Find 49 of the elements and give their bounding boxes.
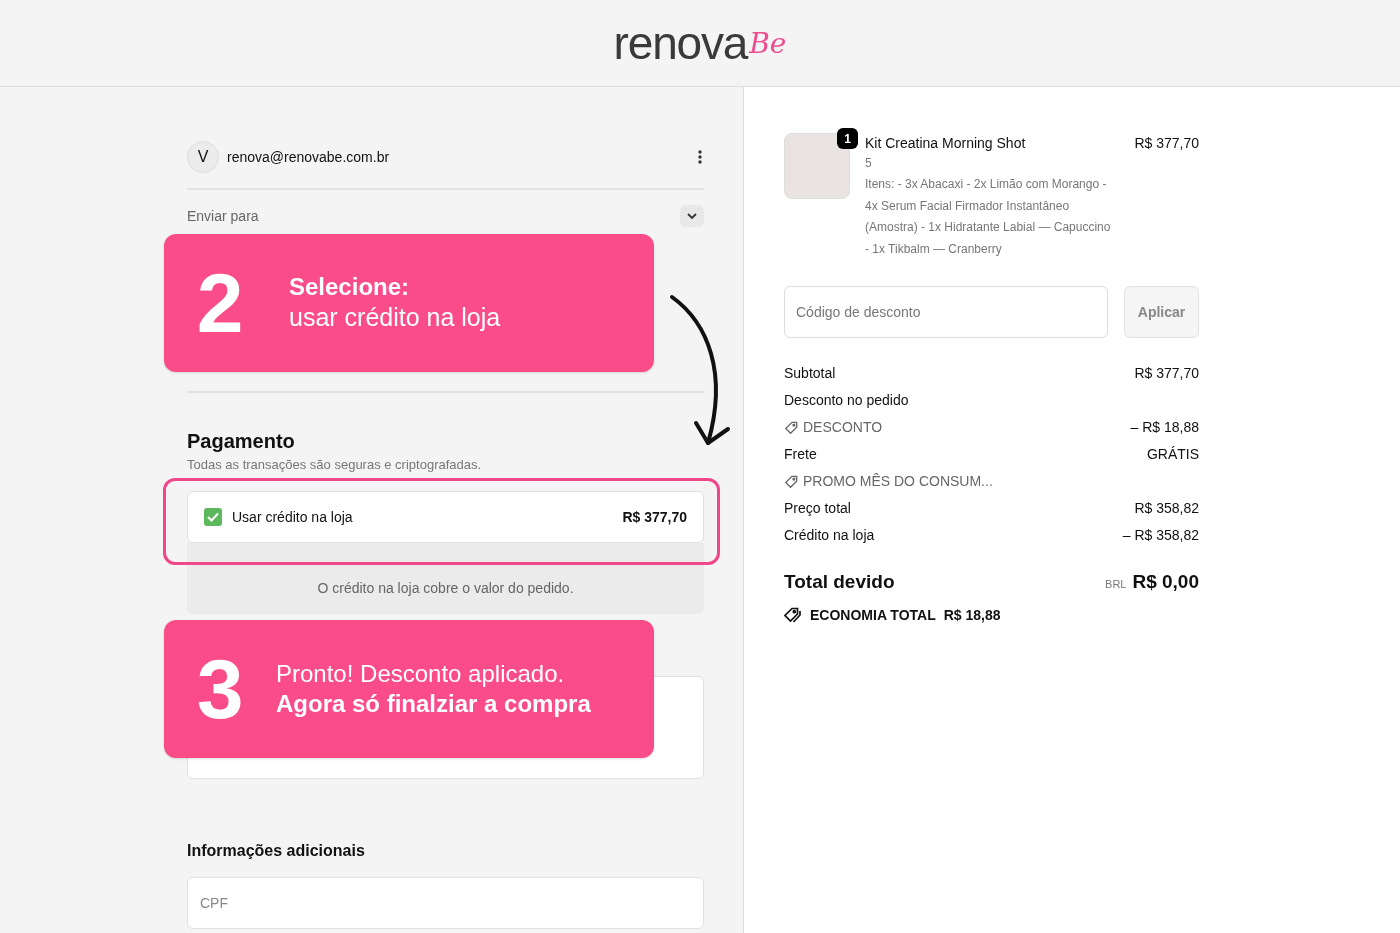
step-number: 3: [195, 647, 245, 731]
section-heading: Pagamento: [187, 429, 296, 454]
store-credit-option[interactable]: Usar crédito na loja R$ 377,70: [187, 491, 704, 543]
savings-value: R$ 18,88: [943, 605, 1001, 625]
product-details: Itens: - 3x Abacaxi - 2x Limão com Morango - 4x Serum Facial Firmador Instantâneo (Amostra) - 1x Hidratante Labial — Capuccino - 1x Tikbalm — Cranberry: [865, 176, 1112, 258]
callout-text: Agora só finalziar a compra: [276, 689, 591, 719]
step-number: 2: [195, 261, 245, 345]
product-variant: 5: [865, 155, 873, 172]
currency-code: BRL: [1105, 577, 1127, 592]
summary-value: R$ 358,82: [1134, 499, 1199, 518]
total-label: Total devido: [784, 570, 895, 594]
cpf-field[interactable]: CPF: [187, 877, 704, 929]
summary-label: Frete: [784, 445, 817, 464]
discount-code-label: DESCONTO: [803, 418, 883, 437]
savings-label: ECONOMIA TOTAL: [810, 605, 936, 625]
callout-text: usar crédito na loja: [289, 302, 501, 334]
info-note: O crédito na loja cobre o valor do pedido.: [187, 543, 704, 614]
summary-value: – R$ 358,82: [1122, 526, 1199, 545]
summary-value: GRÁTIS: [1146, 445, 1199, 464]
product-price: R$ 377,70: [1134, 134, 1199, 153]
more-dots-icon: [698, 150, 702, 164]
summary-value: R$ 377,70: [1134, 364, 1199, 383]
tag-icon: [784, 474, 798, 489]
discount-code-field[interactable]: Código de desconto: [784, 286, 1108, 338]
callout-title: Pronto! Desconto aplicado.: [276, 659, 566, 689]
discount-code-label: PROMO MÊS DO CONSUM...: [803, 472, 993, 491]
callout-title: Selecione:: [289, 272, 411, 303]
quantity-badge: 1: [837, 128, 858, 149]
product-name: Kit Creatina Morning Shot: [865, 134, 1027, 153]
section-heading: Informações adicionais: [187, 841, 366, 861]
account-email: renova@renovabe.com.br: [227, 147, 390, 167]
option-amount: R$ 377,70: [622, 507, 687, 527]
summary-label: Crédito na loja: [784, 526, 875, 545]
summary-label: Preço total: [784, 499, 851, 518]
logo: renovaBe: [613, 20, 787, 66]
more-options-button[interactable]: [696, 149, 704, 165]
section-subtitle: Todas as transações são seguras e criptografadas.: [187, 456, 483, 474]
photo-placeholder: [784, 133, 850, 199]
summary-label: Subtotal: [784, 364, 836, 383]
chevron-button[interactable]: [680, 205, 704, 227]
summary-value: – R$ 18,88: [1130, 418, 1199, 437]
tag-icon: [784, 420, 798, 435]
tag-icon: [784, 607, 802, 623]
total-value: R$ 0,00: [1132, 570, 1199, 594]
chevron-down-icon: [687, 213, 697, 219]
option-label: Usar crédito na loja: [232, 507, 354, 527]
checkbox[interactable]: [204, 508, 222, 526]
summary-label: Desconto no pedido: [784, 391, 909, 410]
ship-to-label: Enviar para: [187, 206, 259, 226]
